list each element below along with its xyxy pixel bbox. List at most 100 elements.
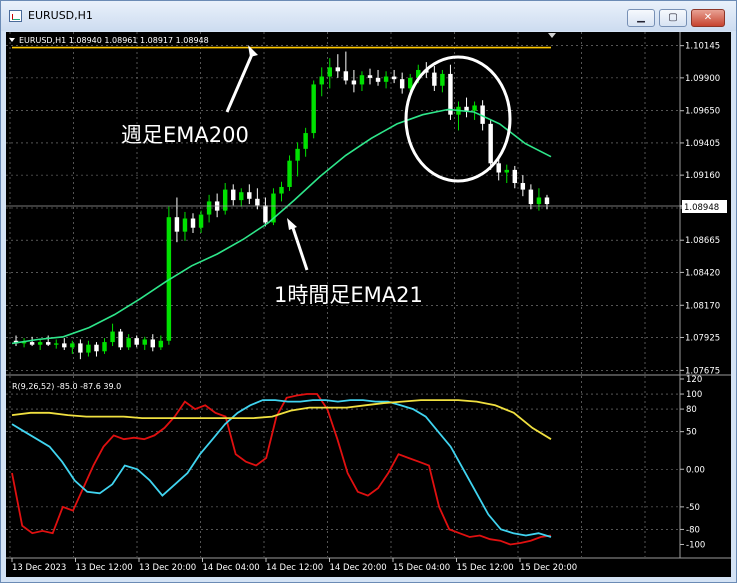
candle-body <box>399 79 405 89</box>
price-tick-label: 1.07925 <box>685 333 720 343</box>
candle-body <box>198 214 204 228</box>
osc-tick-label: 100 <box>686 390 702 400</box>
osc-tick-label: 80 <box>686 405 697 415</box>
candle-body <box>86 344 91 353</box>
candle-body <box>45 342 51 345</box>
candle-body <box>182 218 188 232</box>
price-tick-label: 1.09900 <box>685 74 720 84</box>
candle-body <box>70 343 75 348</box>
candle-body <box>327 67 332 77</box>
candle-body <box>319 76 324 85</box>
main-panel-header: EURUSD,H1 1.08940 1.08961 1.08917 1.0894… <box>19 36 209 45</box>
candle-body <box>102 342 107 352</box>
price-tick-label: 1.08420 <box>685 268 720 278</box>
oscillator-header: R(9,26,52) -85.0 -87.6 39.0 <box>12 382 121 391</box>
annotation-weekly-ema200: 週足EMA200 <box>121 123 249 147</box>
candle-body <box>504 169 509 173</box>
collapse-triangle-icon[interactable] <box>9 38 15 42</box>
price-tick-label: 1.09405 <box>685 139 720 149</box>
current-price-label: 1.08948 <box>684 203 719 213</box>
main-grid <box>6 32 680 374</box>
osc-tick-label: -50 <box>686 503 700 513</box>
candle-body <box>432 72 437 86</box>
price-tick-label: 1.09160 <box>685 171 720 181</box>
candle-body <box>54 343 59 345</box>
candle-body <box>174 217 180 232</box>
time-tick-label: 13 Dec 2023 <box>12 563 66 573</box>
candle-body <box>78 343 83 353</box>
maximize-button[interactable]: ▢ <box>659 9 687 27</box>
candle-body <box>512 169 518 184</box>
candle-body <box>190 218 196 228</box>
time-tick-label: 14 Dec 20:00 <box>330 563 387 573</box>
candle-body <box>255 198 260 206</box>
osc-tick-label: -80 <box>686 525 700 535</box>
price-tick-label: 1.10145 <box>685 42 720 52</box>
candle-body <box>118 331 123 348</box>
annotation-hourly-ema21: 1時間足EMA21 <box>274 283 423 307</box>
arrow-head-hourly <box>287 218 297 230</box>
time-axis: 13 Dec 2023 13 Dec 12:00 13 Dec 20:00 14 De… <box>11 558 577 573</box>
candle-body <box>126 338 131 348</box>
time-tick-label: 13 Dec 20:00 <box>139 563 196 573</box>
candles <box>13 51 550 360</box>
candle-body <box>110 331 115 343</box>
candle-body <box>544 197 550 205</box>
candle-body <box>279 186 284 194</box>
candle-body <box>295 148 300 161</box>
candle-body <box>150 339 155 348</box>
candle-body <box>496 163 501 173</box>
candle-body <box>383 76 389 82</box>
candle-body <box>464 106 469 111</box>
candle-body <box>247 192 252 199</box>
arrow-head-weekly <box>248 45 258 57</box>
candle-body <box>488 123 493 164</box>
oscillator-axis: 120 100 80 50 0.00 -50 -80 -100 <box>680 375 705 550</box>
candle-body <box>520 183 526 190</box>
candle-body <box>134 338 139 345</box>
osc-tick-label: 50 <box>686 428 697 438</box>
chart-shift-marker-icon[interactable] <box>548 33 556 38</box>
candle-body <box>528 189 534 205</box>
time-tick-label: 15 Dec 04:00 <box>393 563 450 573</box>
candle-body <box>311 84 316 134</box>
title-bar[interactable]: EURUSD,H1 ▁ ▢ ✕ <box>1 1 736 31</box>
osc-tick-label: 0.00 <box>686 465 705 475</box>
candle-body <box>239 192 244 201</box>
time-tick-label: 15 Dec 20:00 <box>520 563 577 573</box>
price-chart[interactable]: 1.10145 1.09900 1.09650 1.09405 1.09160 1.089… <box>6 32 731 577</box>
candle-body <box>222 189 228 211</box>
time-tick-label: 13 Dec 12:00 <box>76 563 133 573</box>
time-tick-label: 14 Dec 12:00 <box>266 563 323 573</box>
candle-body <box>62 343 67 348</box>
annotation-arrow-weekly <box>225 51 255 113</box>
candle-body <box>94 344 99 352</box>
chart-window-icon <box>9 10 22 22</box>
candle-body <box>391 76 397 80</box>
candle-body <box>158 340 164 348</box>
window-title: EURUSD,H1 <box>28 9 93 22</box>
close-button[interactable]: ✕ <box>691 9 725 27</box>
minimize-button[interactable]: ▁ <box>627 9 655 27</box>
annotation-arrow-hourly <box>290 224 309 271</box>
candle-body <box>367 75 373 78</box>
chart-window: EURUSD,H1 ▁ ▢ ✕ 1.10145 1.09900 1.09650 1.0… <box>0 0 737 583</box>
candle-body <box>263 205 268 223</box>
candle-body <box>343 71 349 81</box>
candle-body <box>448 73 453 115</box>
candle-body <box>440 73 445 86</box>
candle-body <box>303 133 308 149</box>
candle-body <box>142 339 147 345</box>
price-tick-label: 1.08665 <box>685 236 720 246</box>
chart-area[interactable]: 1.10145 1.09900 1.09650 1.09405 1.09160 1.089… <box>6 32 731 577</box>
ema21-line <box>11 108 552 345</box>
candle-body <box>375 77 381 82</box>
candle-body <box>536 197 542 205</box>
oscillator-grid <box>6 376 680 557</box>
price-tick-label: 1.09650 <box>685 107 720 117</box>
candle-body <box>335 67 341 72</box>
candle-body <box>351 80 357 85</box>
candle-body <box>231 189 236 201</box>
candle-body <box>29 342 35 345</box>
candle-body <box>359 75 365 85</box>
